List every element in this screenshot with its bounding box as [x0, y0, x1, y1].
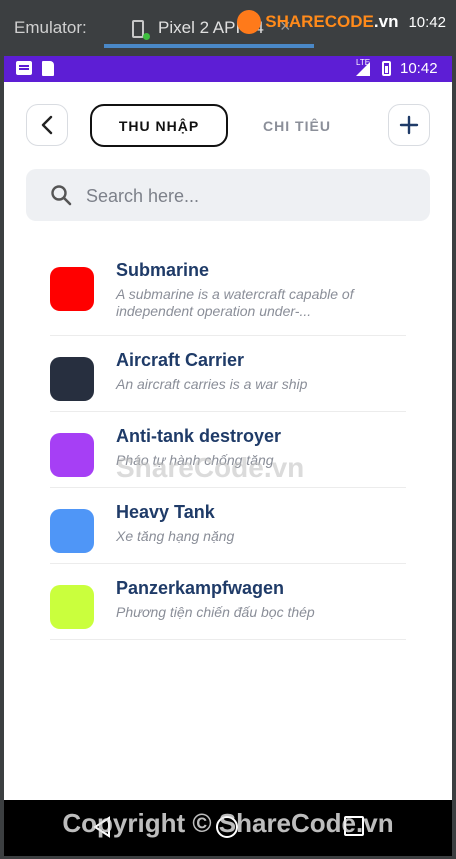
navigation-bar: Copyright © ShareCode.vn	[4, 800, 452, 856]
search-input[interactable]	[84, 181, 408, 211]
item-description: Phương tiện chiến đấu bọc thép	[116, 604, 315, 620]
item-name: Aircraft Carrier	[116, 350, 245, 370]
logo-domain: .vn	[373, 12, 399, 31]
item-name: Panzerkampfwagen	[116, 578, 285, 598]
message-icon	[16, 61, 32, 75]
sharecode-logo-icon	[237, 10, 262, 34]
sharecode-logo: SHARECODE.vn 10:42	[237, 10, 446, 34]
tab-income[interactable]: THU NHẬP	[90, 104, 228, 147]
list-item[interactable]: Aircraft Carrier An aircraft carries is …	[50, 336, 406, 412]
chevron-left-icon	[41, 115, 53, 135]
color-swatch	[50, 267, 94, 311]
color-swatch	[50, 433, 94, 477]
battery-icon	[382, 61, 391, 76]
search-bar	[26, 169, 430, 221]
list-item[interactable]: Submarine A submarine is a watercraft ca…	[50, 246, 406, 336]
item-list: Submarine A submarine is a watercraft ca…	[50, 246, 406, 640]
copyright-watermark: Copyright © ShareCode.vn	[62, 808, 394, 838]
running-indicator-icon	[143, 33, 150, 40]
item-description: An aircraft carries is a war ship	[116, 376, 308, 392]
device-screen: LTE 10:42 THU NHẬP CHI TIÊU Submarine A …	[4, 56, 452, 856]
color-swatch	[50, 357, 94, 401]
add-button[interactable]	[388, 104, 430, 146]
overlay-time: 10:42	[408, 13, 446, 31]
item-name: Submarine	[116, 260, 210, 280]
item-name: Anti-tank destroyer	[116, 426, 282, 446]
status-time: 10:42	[400, 60, 438, 77]
tab-expense[interactable]: CHI TIÊU	[250, 104, 344, 147]
logo-text: SHARECODE	[265, 12, 374, 31]
watermark: ShareCode.vn	[116, 452, 305, 483]
search-icon	[51, 185, 72, 206]
color-swatch	[50, 585, 94, 629]
back-button[interactable]	[26, 104, 68, 146]
emulator-title: Emulator:	[14, 18, 87, 37]
emulator-toolbar: Emulator: Pixel 2 API 24 × SHARECODE.vn …	[0, 0, 456, 56]
item-name: Heavy Tank	[116, 502, 215, 522]
signal-icon	[356, 62, 370, 76]
list-item[interactable]: Panzerkampfwagen Phương tiện chiến đấu b…	[50, 564, 406, 640]
color-swatch	[50, 509, 94, 553]
item-description: Xe tăng hạng nặng	[116, 528, 235, 544]
status-bar: LTE 10:42	[4, 56, 452, 82]
plus-icon	[399, 115, 419, 135]
item-description: A submarine is a watercraft capable of i…	[116, 286, 354, 319]
list-item[interactable]: Heavy Tank Xe tăng hạng nặng	[50, 488, 406, 564]
tab-underline	[104, 44, 314, 48]
sd-card-icon	[42, 61, 54, 76]
